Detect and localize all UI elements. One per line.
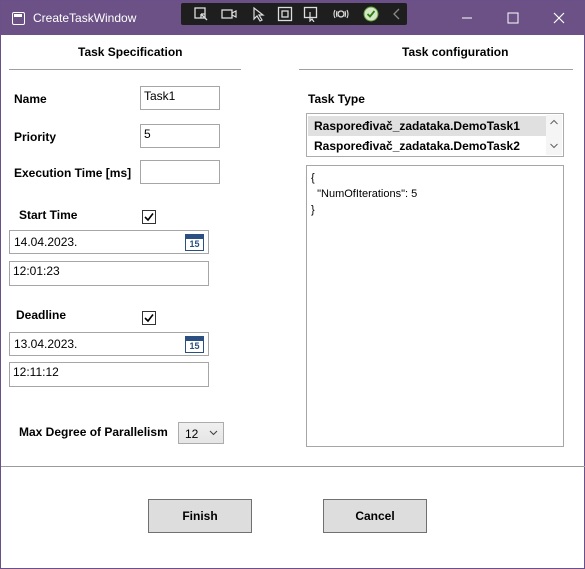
task-type-list[interactable]: Raspoređivač_zadataka.DemoTask1 Raspoređ… bbox=[306, 113, 564, 157]
maximize-button[interactable] bbox=[490, 1, 536, 35]
list-item[interactable]: Raspoređivač_zadataka.DemoTask2 bbox=[308, 136, 548, 156]
task-configuration-title: Task configuration bbox=[402, 45, 509, 59]
footer-divider bbox=[1, 466, 585, 467]
scroll-up-icon[interactable] bbox=[550, 119, 558, 125]
start-date-value: 14.04.2023. bbox=[14, 235, 78, 249]
hot-reload-icon[interactable] bbox=[333, 6, 349, 22]
right-divider bbox=[299, 69, 573, 70]
element-box-icon[interactable] bbox=[277, 6, 293, 22]
check-ok-icon[interactable] bbox=[363, 6, 379, 22]
start-time-input[interactable]: 12:01:23 bbox=[9, 261, 209, 286]
cancel-button[interactable]: Cancel bbox=[323, 499, 427, 533]
list-scrollbar[interactable] bbox=[546, 115, 562, 155]
minimize-icon bbox=[462, 17, 472, 19]
priority-input[interactable]: 5 bbox=[140, 124, 220, 148]
max-parallelism-value: 12 bbox=[185, 427, 199, 441]
name-label: Name bbox=[14, 92, 47, 106]
priority-label: Priority bbox=[14, 130, 57, 144]
task-specification-title: Task Specification bbox=[78, 45, 183, 59]
checkmark-icon bbox=[144, 213, 154, 222]
title-bar[interactable]: CreateTaskWindow bbox=[1, 1, 585, 35]
deadline-date-picker[interactable]: 13.04.2023. 15 bbox=[9, 332, 209, 356]
start-time-checkbox[interactable] bbox=[142, 210, 156, 224]
list-item[interactable]: Raspoređivač_zadataka.DemoTask1 bbox=[308, 116, 548, 136]
app-window-icon bbox=[12, 12, 25, 25]
calendar-icon[interactable]: 15 bbox=[185, 234, 204, 251]
inspect-icon[interactable] bbox=[303, 6, 319, 23]
deadline-label: Deadline bbox=[16, 308, 67, 322]
task-type-label: Task Type bbox=[308, 92, 365, 106]
cursor-select-icon[interactable] bbox=[251, 6, 267, 22]
deadline-date-value: 13.04.2023. bbox=[14, 337, 78, 351]
close-button[interactable] bbox=[536, 1, 582, 35]
chevron-down-icon bbox=[209, 430, 218, 436]
execution-time-input[interactable] bbox=[140, 160, 220, 184]
task-config-editor[interactable]: { "NumOfIterations": 5 } bbox=[306, 165, 564, 447]
debug-toolbar bbox=[181, 3, 407, 25]
collapse-chevron-icon[interactable] bbox=[389, 6, 405, 22]
deadline-time-input[interactable]: 12:11:12 bbox=[9, 362, 209, 387]
deadline-checkbox[interactable] bbox=[142, 311, 156, 325]
checkmark-icon bbox=[144, 314, 154, 323]
window-title: CreateTaskWindow bbox=[33, 11, 137, 25]
maximize-icon bbox=[507, 12, 519, 24]
create-task-window: CreateTaskWindow Task Specification Name… bbox=[0, 0, 585, 569]
minimize-button[interactable] bbox=[444, 1, 490, 35]
calendar-icon[interactable]: 15 bbox=[185, 336, 204, 353]
select-element-icon[interactable] bbox=[193, 6, 209, 22]
left-divider bbox=[9, 69, 241, 70]
start-date-picker[interactable]: 14.04.2023. 15 bbox=[9, 230, 209, 254]
execution-time-label: Execution Time [ms] bbox=[14, 166, 132, 180]
video-icon[interactable] bbox=[221, 6, 237, 22]
finish-button[interactable]: Finish bbox=[148, 499, 252, 533]
max-parallelism-select[interactable]: 12 bbox=[178, 422, 224, 444]
max-parallelism-label: Max Degree of Parallelism bbox=[19, 425, 168, 439]
name-input[interactable]: Task1 bbox=[140, 86, 220, 110]
scroll-down-icon[interactable] bbox=[550, 143, 558, 149]
close-icon bbox=[553, 12, 565, 24]
start-time-label: Start Time bbox=[19, 208, 78, 222]
